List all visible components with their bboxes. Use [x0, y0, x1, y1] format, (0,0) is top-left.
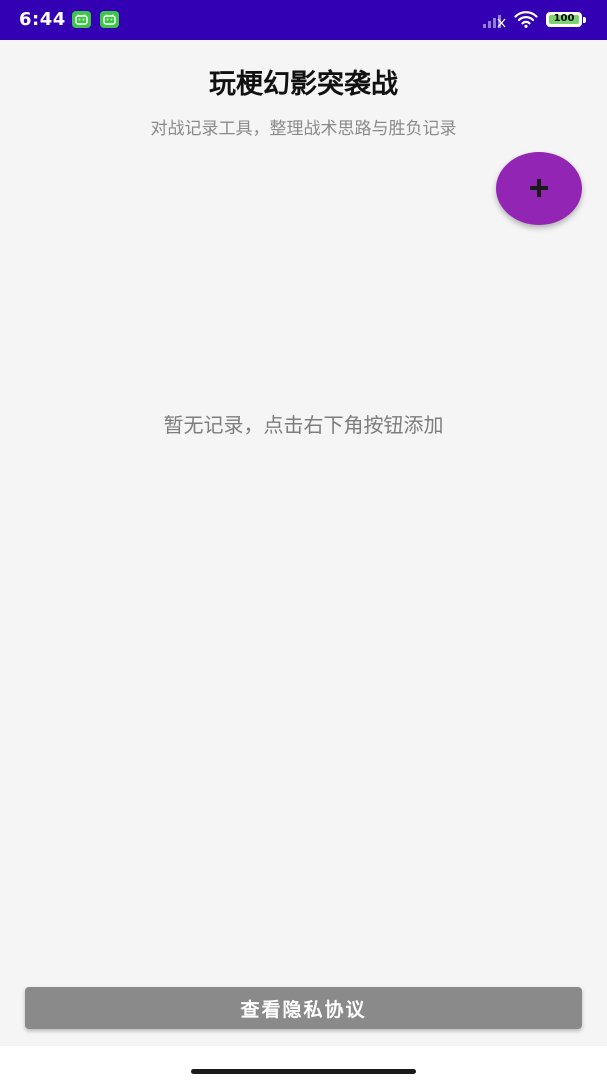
status-bar: 6:44 100 [0, 0, 607, 40]
navigation-bar [0, 1046, 607, 1080]
battery-level: 100 [553, 13, 575, 24]
status-time: 6:44 [19, 9, 66, 30]
signal-icon [482, 12, 506, 32]
battery-icon: 100 [546, 12, 582, 27]
privacy-policy-button[interactable]: 查看隐私协议 [25, 987, 582, 1029]
home-indicator[interactable] [191, 1069, 416, 1074]
page-subtitle: 对战记录工具，整理战术思路与胜负记录 [150, 119, 457, 139]
empty-state-message: 暂无记录，点击右下角按钮添加 [163, 413, 444, 437]
app-notification-icon [100, 11, 119, 28]
plus-icon [530, 179, 548, 197]
add-record-button[interactable] [496, 152, 582, 225]
battery-nub [583, 17, 586, 23]
app-notification-icon [72, 11, 91, 28]
wifi-icon [514, 10, 538, 32]
page-title: 玩梗幻影突袭战 [209, 69, 398, 100]
